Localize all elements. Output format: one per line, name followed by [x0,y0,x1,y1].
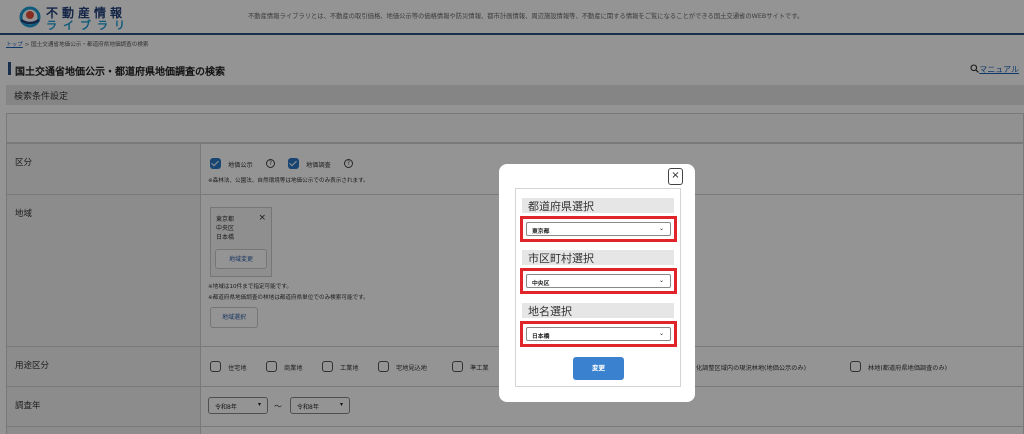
chevron-down-icon: ⌄ [658,330,664,337]
prefecture-select-highlight: 東京都 ⌄ [520,216,677,242]
prefecture-heading-label: 都道府県選択 [528,200,594,213]
place-heading: 地名選択 [522,303,674,318]
chevron-down-icon: ⌄ [658,225,664,232]
prefecture-select[interactable]: 東京都 ⌄ [526,222,671,236]
place-select-highlight: 日本橋 ⌄ [520,321,677,347]
place-value: 日本橋 [532,334,550,340]
apply-change-button[interactable]: 変更 [573,357,624,380]
prefecture-heading: 都道府県選択 [522,198,674,213]
place-heading-label: 地名選択 [528,305,572,318]
place-select[interactable]: 日本橋 ⌄ [526,327,671,341]
city-value: 中央区 [532,281,550,287]
chevron-down-icon: ⌄ [658,277,664,284]
city-heading-label: 市区町村選択 [528,252,594,265]
city-heading: 市区町村選択 [522,250,674,265]
prefecture-value: 東京都 [532,229,550,235]
city-select-highlight: 中央区 ⌄ [520,268,677,294]
close-icon[interactable]: × [668,168,683,185]
city-select[interactable]: 中央区 ⌄ [526,274,671,288]
